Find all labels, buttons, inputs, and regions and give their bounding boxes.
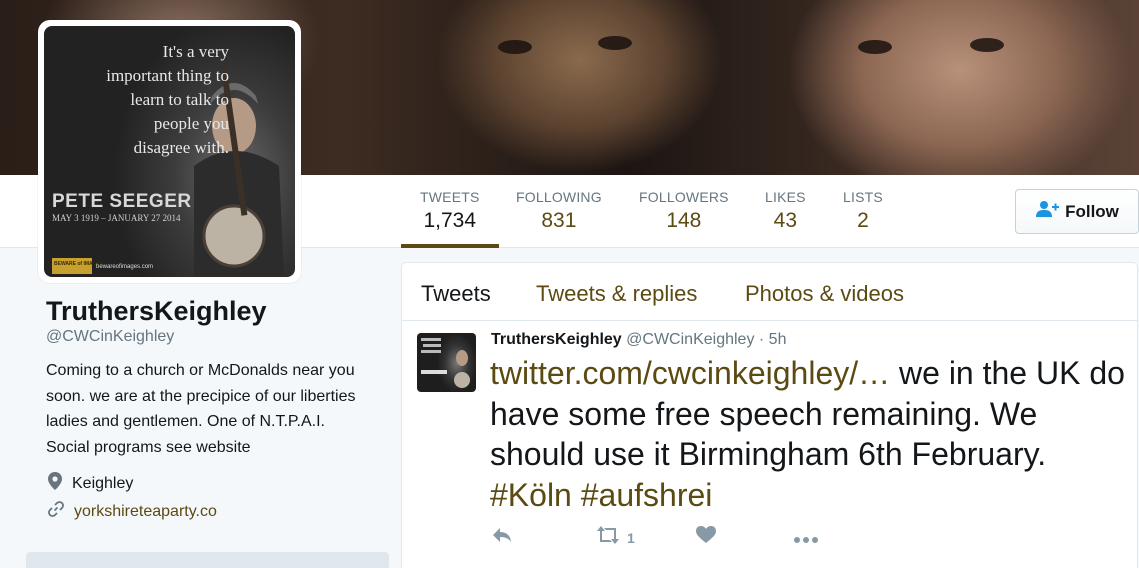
profile-avatar[interactable]: It's a very important thing to learn to … <box>38 20 301 283</box>
profile-bio: Coming to a church or McDonalds near you… <box>46 362 356 456</box>
avatar-caption-dates: MAY 3 1919 – JANUARY 27 2014 <box>52 213 181 223</box>
tweet-avatar[interactable] <box>417 333 476 392</box>
tweet-header: TruthersKeighley @CWCinKeighley · 5h <box>491 331 786 349</box>
stat-label: LISTS <box>843 189 883 205</box>
retweet-count: 1 <box>627 529 635 546</box>
profile-website[interactable]: yorkshireteaparty.co <box>48 501 217 522</box>
hashtag-link[interactable]: #Köln <box>490 477 572 513</box>
stat-tweets[interactable]: TWEETS 1,734 <box>401 189 498 248</box>
banner-detail <box>858 40 892 54</box>
link-icon <box>48 501 64 522</box>
website-link[interactable]: yorkshireteaparty.co <box>74 503 217 521</box>
tweet-separator: · <box>758 331 765 348</box>
profile-location: Keighley <box>48 472 133 495</box>
person-plus-icon <box>1035 200 1060 223</box>
stat-likes[interactable]: LIKES 43 <box>765 189 806 233</box>
tweet-actions: 1 <box>491 526 911 548</box>
retweet-icon <box>595 526 621 549</box>
follow-button[interactable]: Follow <box>1015 189 1139 234</box>
like-button[interactable] <box>696 526 716 549</box>
location-text: Keighley <box>72 474 134 492</box>
retweet-button[interactable]: 1 <box>595 526 635 549</box>
tab-tweets-replies[interactable]: Tweets & replies <box>536 281 697 307</box>
stat-label: FOLLOWING <box>516 189 602 205</box>
avatar-quote: It's a very important thing to learn to … <box>106 42 229 157</box>
hashtag-link[interactable]: #aufshrei <box>581 477 713 513</box>
tweet-link[interactable]: twitter.com/cwcinkeighley/… <box>490 355 890 391</box>
tweet-text: twitter.com/cwcinkeighley/… we in the UK… <box>490 353 1130 515</box>
timeline: Tweets Tweets & replies Photos & videos … <box>401 262 1138 568</box>
avatar-image: It's a very important thing to learn to … <box>44 26 295 277</box>
banner-detail <box>498 40 532 54</box>
avatar-caption-name: PETE SEEGER <box>52 191 192 212</box>
tab-photos-videos[interactable]: Photos & videos <box>745 281 904 307</box>
stat-value: 43 <box>773 209 798 232</box>
more-button[interactable] <box>793 531 819 549</box>
stat-lists[interactable]: LISTS 2 <box>843 189 883 233</box>
stat-followers[interactable]: FOLLOWERS 148 <box>639 189 729 233</box>
stat-value: 2 <box>857 209 869 232</box>
tab-tweets[interactable]: Tweets <box>421 281 491 307</box>
reply-icon <box>491 526 513 549</box>
map-pin-icon <box>48 472 62 495</box>
follow-button-label: Follow <box>1065 201 1119 221</box>
profile-handle: @CWCinKeighley <box>46 328 175 345</box>
stat-value: 148 <box>666 209 702 232</box>
banner-detail <box>970 38 1004 52</box>
profile-name[interactable]: TruthersKeighley <box>46 296 267 327</box>
tweet-author-name[interactable]: TruthersKeighley <box>491 331 622 348</box>
stat-following[interactable]: FOLLOWING 831 <box>516 189 602 233</box>
stat-value: 1,734 <box>423 209 477 232</box>
banner-detail <box>598 36 632 50</box>
stat-label: LIKES <box>765 189 806 205</box>
sidebar-module <box>26 552 389 568</box>
tweet-timestamp[interactable]: 5h <box>769 331 787 348</box>
tweet-author-handle[interactable]: @CWCinKeighley <box>626 331 754 348</box>
stat-value: 831 <box>541 209 577 232</box>
avatar-url: bewareofimages.com <box>96 264 154 270</box>
timeline-tabs: Tweets Tweets & replies Photos & videos <box>402 263 1137 321</box>
stat-label: TWEETS <box>420 189 480 205</box>
heart-icon <box>696 526 716 549</box>
stat-label: FOLLOWERS <box>639 189 729 205</box>
reply-button[interactable] <box>491 526 513 549</box>
more-dots-icon <box>793 531 819 549</box>
